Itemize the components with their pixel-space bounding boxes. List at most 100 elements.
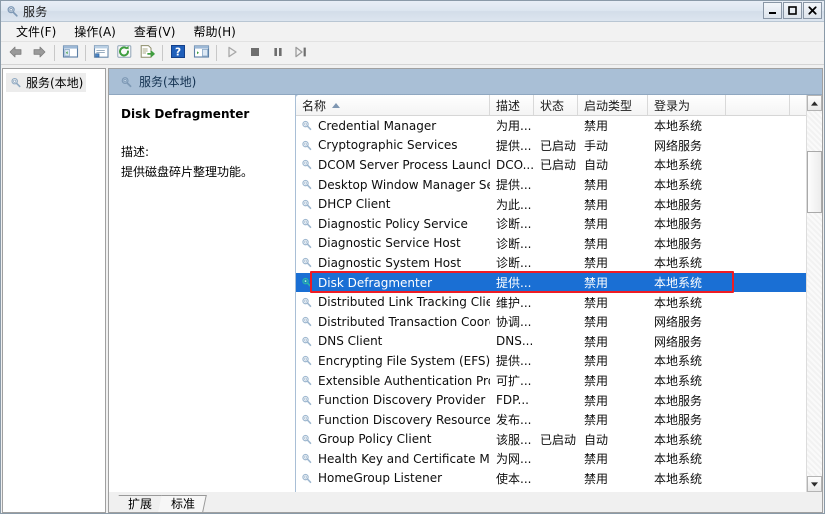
minimize-button[interactable]: [763, 2, 782, 19]
tab-extended[interactable]: 扩展: [115, 495, 164, 512]
table-row[interactable]: Credential Manager为用...禁用本地系统: [296, 116, 822, 136]
menu-action[interactable]: 操作(A): [65, 21, 125, 42]
service-name-label: DNS Client: [318, 334, 382, 348]
toolbar-back[interactable]: [5, 43, 27, 63]
service-name-label: Diagnostic Service Host: [318, 236, 461, 250]
service-name-label: Encrypting File System (EFS): [318, 354, 490, 368]
maximize-button[interactable]: [783, 2, 802, 19]
detail-description-text: 提供磁盘碎片整理功能。: [121, 164, 285, 180]
cell-startup-type: 禁用: [578, 411, 648, 428]
column-blank[interactable]: [726, 95, 790, 115]
table-row[interactable]: HomeGroup Listener使本...禁用本地系统: [296, 469, 822, 489]
cell-log-on-as: 本地服务: [648, 235, 726, 252]
table-row-selected[interactable]: Disk Defragmenter提供...禁用本地系统: [296, 273, 822, 293]
toolbar-start[interactable]: [221, 43, 243, 63]
table-row[interactable]: DNS ClientDNS...禁用网络服务: [296, 332, 822, 352]
service-gear-icon: [300, 315, 313, 328]
table-row[interactable]: Distributed Transaction Coordi...协调...禁用…: [296, 312, 822, 332]
close-button[interactable]: [803, 2, 822, 19]
table-row[interactable]: Desktop Window Manager Ses...提供...禁用本地系统: [296, 175, 822, 195]
column-startup-type[interactable]: 启动类型: [578, 95, 648, 115]
toolbar-forward[interactable]: [28, 43, 50, 63]
services-gear-icon: [119, 75, 133, 89]
restart-service-icon: [293, 45, 309, 62]
table-row[interactable]: DHCP Client为此...禁用本地服务: [296, 194, 822, 214]
window-title: 服务: [23, 3, 48, 20]
table-row[interactable]: Function Discovery Resource P...发布...禁用本…: [296, 410, 822, 430]
table-row[interactable]: Diagnostic Policy Service诊断...禁用本地服务: [296, 214, 822, 234]
toolbar-stop[interactable]: [244, 43, 266, 63]
column-status[interactable]: 状态: [534, 95, 578, 115]
view-tabs: 扩展标准: [109, 492, 822, 512]
vertical-scrollbar[interactable]: [806, 95, 822, 492]
table-row[interactable]: Cryptographic Services提供...已启动手动网络服务: [296, 136, 822, 156]
cell-name: Extensible Authentication Proto...: [296, 374, 490, 388]
properties-icon: [93, 44, 110, 62]
cell-name: Desktop Window Manager Ses...: [296, 178, 490, 192]
scroll-up-button[interactable]: [807, 95, 822, 111]
cell-description: 诊断...: [490, 215, 534, 232]
table-row[interactable]: Function Discovery Provider HostFDP...禁用…: [296, 390, 822, 410]
table-row[interactable]: Diagnostic System Host诊断...禁用本地系统: [296, 253, 822, 273]
toolbar-separator: [216, 45, 217, 61]
column-name[interactable]: 名称: [296, 95, 490, 115]
table-row[interactable]: Health Key and Certificate Man...为网...禁用…: [296, 449, 822, 469]
cell-status: 已启动: [534, 156, 578, 173]
tree-item-services-local[interactable]: 服务(本地): [6, 73, 86, 92]
cell-log-on-as: 网络服务: [648, 313, 726, 330]
cell-name: Disk Defragmenter: [296, 276, 490, 290]
cell-startup-type: 禁用: [578, 333, 648, 350]
column-description[interactable]: 描述: [490, 95, 534, 115]
toolbar-pause[interactable]: [267, 43, 289, 63]
toolbar-export[interactable]: [136, 43, 158, 63]
cell-description: 发布...: [490, 411, 534, 428]
toolbar-show-tree[interactable]: [59, 43, 81, 63]
cell-description: 使本...: [490, 470, 534, 487]
scrollbar-track[interactable]: [807, 111, 822, 476]
cell-log-on-as: 网络服务: [648, 333, 726, 350]
toolbar-display[interactable]: [190, 43, 212, 63]
cell-name: DNS Client: [296, 334, 490, 348]
toolbar-refresh[interactable]: [113, 43, 135, 63]
toolbar-properties[interactable]: [90, 43, 112, 63]
table-row[interactable]: Distributed Link Tracking Client维护...禁用本…: [296, 292, 822, 312]
cell-description: 诊断...: [490, 254, 534, 271]
table-row[interactable]: Extensible Authentication Proto...可扩...禁…: [296, 371, 822, 391]
service-name-label: Health Key and Certificate Man...: [318, 452, 490, 466]
cell-description: 提供...: [490, 274, 534, 291]
menu-bar: 文件(F) 操作(A) 查看(V) 帮助(H): [1, 22, 824, 42]
menu-file[interactable]: 文件(F): [7, 21, 65, 42]
scroll-down-button[interactable]: [807, 476, 822, 492]
cell-description: 提供...: [490, 352, 534, 369]
table-row[interactable]: Diagnostic Service Host诊断...禁用本地服务: [296, 234, 822, 254]
column-log-on-as[interactable]: 登录为: [648, 95, 726, 115]
cell-name: Encrypting File System (EFS): [296, 354, 490, 368]
export-list-icon: [139, 44, 156, 62]
cell-status: 已启动: [534, 137, 578, 154]
service-gear-icon: [300, 139, 313, 152]
table-row[interactable]: Group Policy Client该服...已启动自动本地系统: [296, 430, 822, 450]
toolbar-restart[interactable]: [290, 43, 312, 63]
cell-startup-type: 禁用: [578, 117, 648, 134]
menu-view[interactable]: 查看(V): [125, 21, 185, 42]
cell-log-on-as: 本地系统: [648, 450, 726, 467]
cell-description: 为网...: [490, 450, 534, 467]
tab-standard[interactable]: 标准: [158, 495, 207, 512]
title-bar: 服务: [1, 1, 824, 22]
cell-log-on-as: 本地系统: [648, 294, 726, 311]
column-header-label: 状态: [540, 97, 564, 114]
service-detail-pane: Disk Defragmenter 描述: 提供磁盘碎片整理功能。: [109, 95, 296, 492]
toolbar-help[interactable]: ?: [167, 43, 189, 63]
services-list-pane: 名称描述状态启动类型登录为 Credential Manager为用...禁用本…: [296, 95, 822, 492]
cell-log-on-as: 本地系统: [648, 372, 726, 389]
scrollbar-thumb[interactable]: [807, 151, 822, 213]
cell-startup-type: 禁用: [578, 235, 648, 252]
svg-text:?: ?: [175, 46, 181, 58]
menu-help[interactable]: 帮助(H): [184, 21, 244, 42]
table-row[interactable]: DCOM Server Process LauncherDCO...已启动自动本…: [296, 155, 822, 175]
services-list: Credential Manager为用...禁用本地系统Cryptograph…: [296, 116, 822, 488]
scroll-up-icon: [810, 96, 819, 110]
body-area: 服务(本地) 服务(本地): [1, 67, 824, 513]
service-name-label: Desktop Window Manager Ses...: [318, 178, 490, 192]
table-row[interactable]: Encrypting File System (EFS)提供...禁用本地系统: [296, 351, 822, 371]
